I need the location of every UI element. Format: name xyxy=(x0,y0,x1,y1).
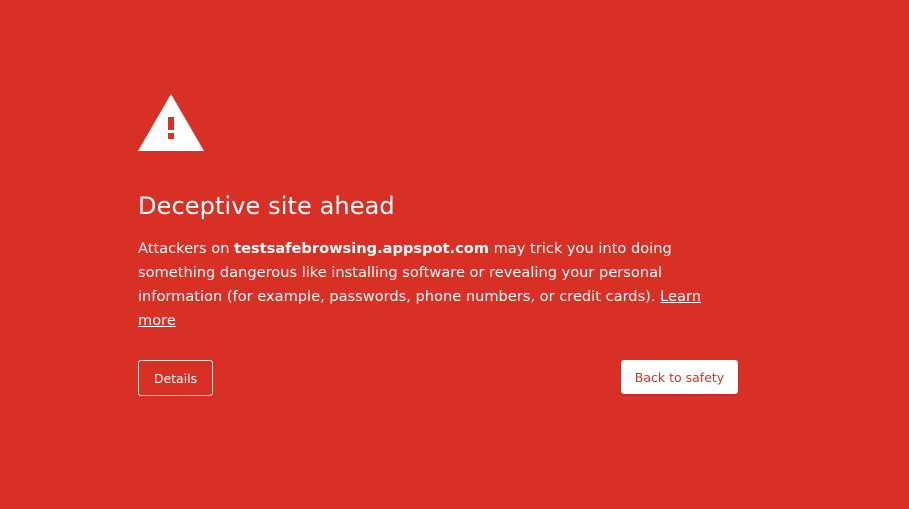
site-domain: testsafebrowsing.appspot.com xyxy=(234,240,489,257)
warning-message: Attackers on testsafebrowsing.appspot.co… xyxy=(138,237,738,333)
back-to-safety-button[interactable]: Back to safety xyxy=(621,360,738,394)
warning-triangle-icon xyxy=(138,94,204,151)
interstitial-page: Deceptive site ahead Attackers on testsa… xyxy=(0,0,909,509)
page-title: Deceptive site ahead xyxy=(138,192,395,220)
details-button[interactable]: Details xyxy=(138,360,213,396)
message-prefix: Attackers on xyxy=(138,240,235,257)
